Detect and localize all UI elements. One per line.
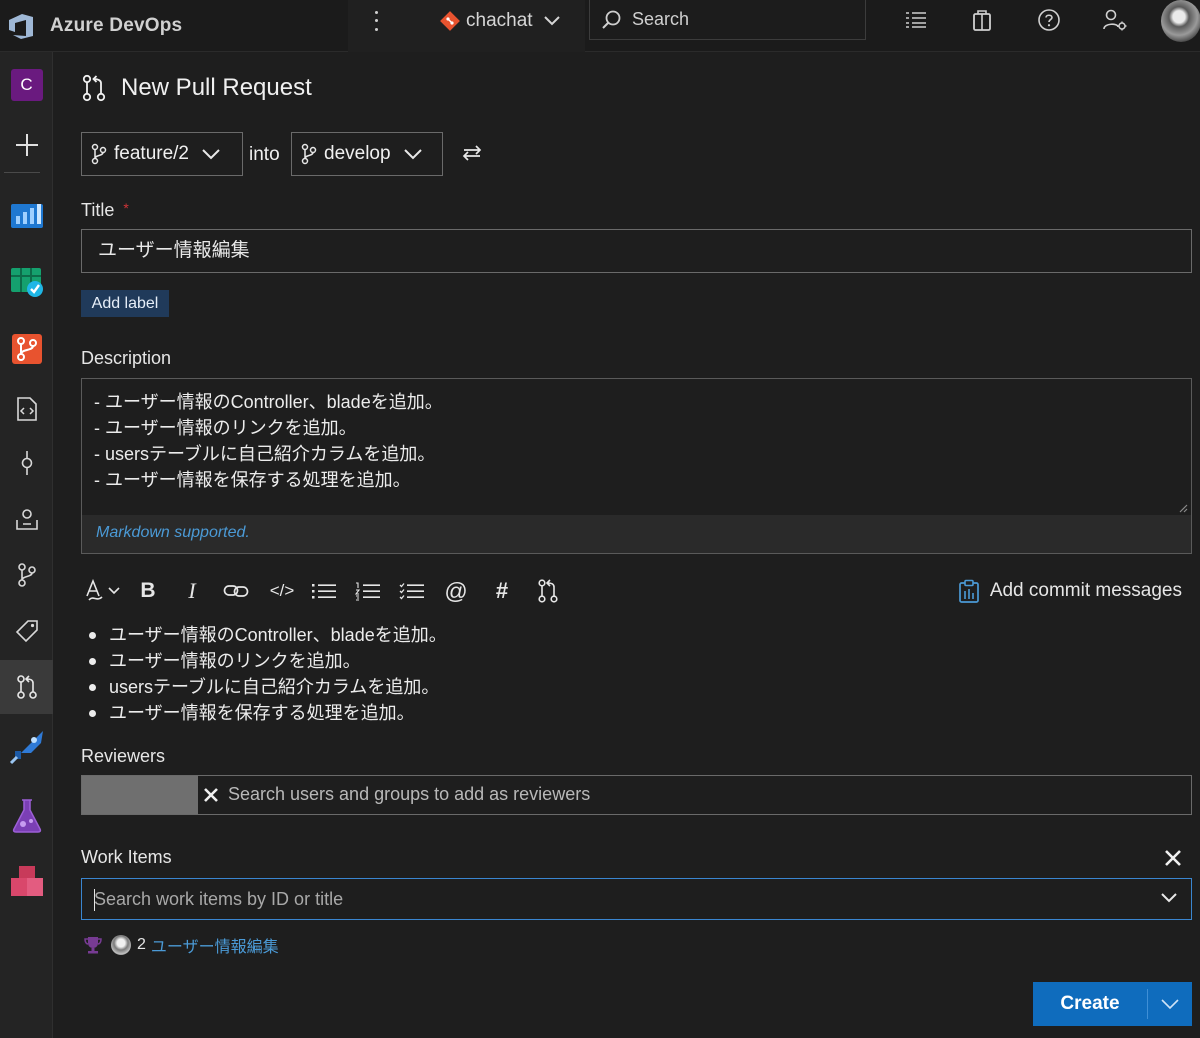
tags-icon[interactable] bbox=[0, 604, 53, 658]
app-title: Azure DevOps bbox=[50, 15, 183, 36]
bulleted-list-icon[interactable] bbox=[309, 576, 339, 606]
close-icon[interactable] bbox=[200, 784, 222, 806]
trophy-icon bbox=[83, 935, 103, 955]
project-picker[interactable]: chachat bbox=[440, 8, 561, 34]
code-button[interactable]: </> bbox=[265, 576, 299, 606]
close-work-items-icon[interactable] bbox=[1161, 846, 1185, 870]
chevron-down-icon bbox=[403, 148, 423, 160]
rail-divider bbox=[4, 172, 40, 173]
title-input[interactable]: ユーザー情報編集 bbox=[81, 229, 1192, 273]
user-settings-icon[interactable] bbox=[1101, 7, 1129, 33]
link-icon[interactable] bbox=[221, 576, 251, 606]
pushes-icon[interactable] bbox=[0, 492, 53, 546]
more-options-icon[interactable] bbox=[370, 8, 382, 34]
target-branch-dropdown[interactable]: develop bbox=[291, 132, 443, 176]
chevron-down-icon bbox=[543, 15, 561, 27]
swap-branches-icon[interactable] bbox=[458, 140, 486, 166]
branch-icon bbox=[90, 143, 108, 165]
repos-icon[interactable] bbox=[0, 322, 53, 376]
files-icon[interactable] bbox=[0, 382, 53, 436]
project-area: chachat bbox=[348, 0, 585, 52]
work-items-search[interactable]: Search work items by ID or title bbox=[81, 878, 1192, 920]
reviewers-search-input[interactable]: Search users and groups to add as review… bbox=[228, 784, 590, 805]
org-badge[interactable]: C bbox=[0, 58, 53, 112]
artifacts-icon[interactable] bbox=[0, 854, 53, 908]
marketplace-bag-icon[interactable] bbox=[968, 7, 996, 33]
pull-request-icon bbox=[81, 74, 107, 102]
formatting-toolbar: B I </> @ # Add commit messages bbox=[81, 574, 1192, 608]
title-label-row: Title * bbox=[81, 200, 129, 221]
work-items-label: Work Items bbox=[81, 847, 172, 867]
test-plans-icon[interactable] bbox=[0, 788, 53, 842]
work-item-hash-button[interactable]: # bbox=[487, 576, 517, 606]
text-style-dropdown[interactable] bbox=[83, 576, 123, 606]
work-items-search-input[interactable]: Search work items by ID or title bbox=[94, 889, 343, 910]
list-item: ユーザー情報のリンクを追加。 bbox=[89, 648, 447, 674]
required-mark: * bbox=[123, 200, 129, 216]
left-navigation-rail: C bbox=[0, 52, 53, 1038]
create-button-group: Create bbox=[1033, 982, 1192, 1026]
pipelines-icon[interactable] bbox=[0, 720, 53, 774]
markdown-strip: Markdown supported. bbox=[82, 515, 1191, 553]
numbered-list-icon[interactable] bbox=[353, 576, 383, 606]
overview-icon[interactable] bbox=[0, 188, 53, 242]
commits-icon[interactable] bbox=[0, 436, 53, 490]
title-label: Title bbox=[81, 200, 115, 220]
bold-button[interactable]: B bbox=[133, 576, 163, 606]
add-label-button[interactable]: Add label bbox=[81, 290, 169, 317]
add-commit-messages-label: Add commit messages bbox=[989, 580, 1182, 601]
top-bar: Azure DevOps chachat Search bbox=[0, 0, 1200, 52]
description-label: Description bbox=[81, 348, 172, 368]
page-header: New Pull Request bbox=[81, 74, 312, 102]
work-item-assignee-avatar bbox=[111, 935, 131, 955]
list-item: usersテーブルに自己紹介カラムを追加。 bbox=[89, 674, 447, 700]
boards-icon[interactable] bbox=[0, 254, 53, 308]
markdown-supported-link[interactable]: Markdown supported. bbox=[96, 524, 250, 542]
add-commit-messages-button[interactable]: Add commit messages bbox=[958, 576, 1182, 606]
linked-work-item[interactable]: 2 ユーザー情報編集 bbox=[83, 934, 279, 956]
project-name: chachat bbox=[466, 10, 533, 31]
work-item-title-link[interactable]: ユーザー情報編集 bbox=[151, 933, 279, 957]
pull-requests-icon[interactable] bbox=[0, 660, 53, 714]
mention-button[interactable]: @ bbox=[441, 576, 471, 606]
page-title: New Pull Request bbox=[121, 74, 312, 101]
work-item-id: 2 bbox=[137, 936, 146, 953]
create-options-chevron-icon[interactable] bbox=[1148, 998, 1192, 1010]
branches-icon[interactable] bbox=[0, 548, 53, 602]
description-textarea[interactable]: - ユーザー情報のController、bladeを追加。 - ユーザー情報のリ… bbox=[81, 378, 1192, 554]
checklist-icon[interactable] bbox=[397, 576, 427, 606]
azure-devops-logo-icon bbox=[6, 11, 36, 41]
list-item: ユーザー情報を保存する処理を追加。 bbox=[89, 700, 447, 726]
description-preview: ユーザー情報のController、bladeを追加。 ユーザー情報のリンクを追… bbox=[89, 622, 447, 726]
global-search[interactable]: Search bbox=[589, 0, 866, 40]
create-button[interactable]: Create bbox=[1033, 993, 1147, 1015]
list-item: ユーザー情報のController、bladeを追加。 bbox=[89, 622, 447, 648]
git-diamond-icon bbox=[440, 11, 460, 31]
help-icon[interactable] bbox=[1035, 7, 1063, 33]
org-initial: C bbox=[10, 69, 43, 101]
user-avatar[interactable] bbox=[1161, 0, 1200, 42]
reviewers-label: Reviewers bbox=[81, 746, 166, 766]
add-icon[interactable] bbox=[0, 118, 53, 172]
source-branch-label: feature/2 bbox=[114, 143, 189, 164]
italic-button[interactable]: I bbox=[177, 576, 207, 606]
clipboard-icon bbox=[958, 579, 980, 603]
chevron-down-icon bbox=[201, 148, 221, 160]
source-branch-dropdown[interactable]: feature/2 bbox=[81, 132, 243, 176]
target-branch-label: develop bbox=[324, 143, 391, 164]
into-label: into bbox=[249, 144, 280, 165]
chevron-down-icon[interactable] bbox=[1159, 891, 1179, 905]
branch-icon bbox=[300, 143, 318, 165]
search-icon bbox=[600, 9, 622, 31]
resize-grip-icon[interactable] bbox=[1178, 503, 1188, 513]
reviewer-chip[interactable] bbox=[82, 776, 198, 814]
search-placeholder: Search bbox=[632, 9, 690, 29]
task-list-icon[interactable] bbox=[902, 7, 930, 33]
brand[interactable]: Azure DevOps bbox=[0, 0, 348, 52]
reviewers-picker[interactable]: Search users and groups to add as review… bbox=[81, 775, 1192, 815]
description-text[interactable]: - ユーザー情報のController、bladeを追加。 - ユーザー情報のリ… bbox=[94, 389, 443, 493]
pull-request-mention-icon[interactable] bbox=[533, 576, 563, 606]
main-content: New Pull Request feature/2 into develop … bbox=[53, 52, 1200, 1038]
